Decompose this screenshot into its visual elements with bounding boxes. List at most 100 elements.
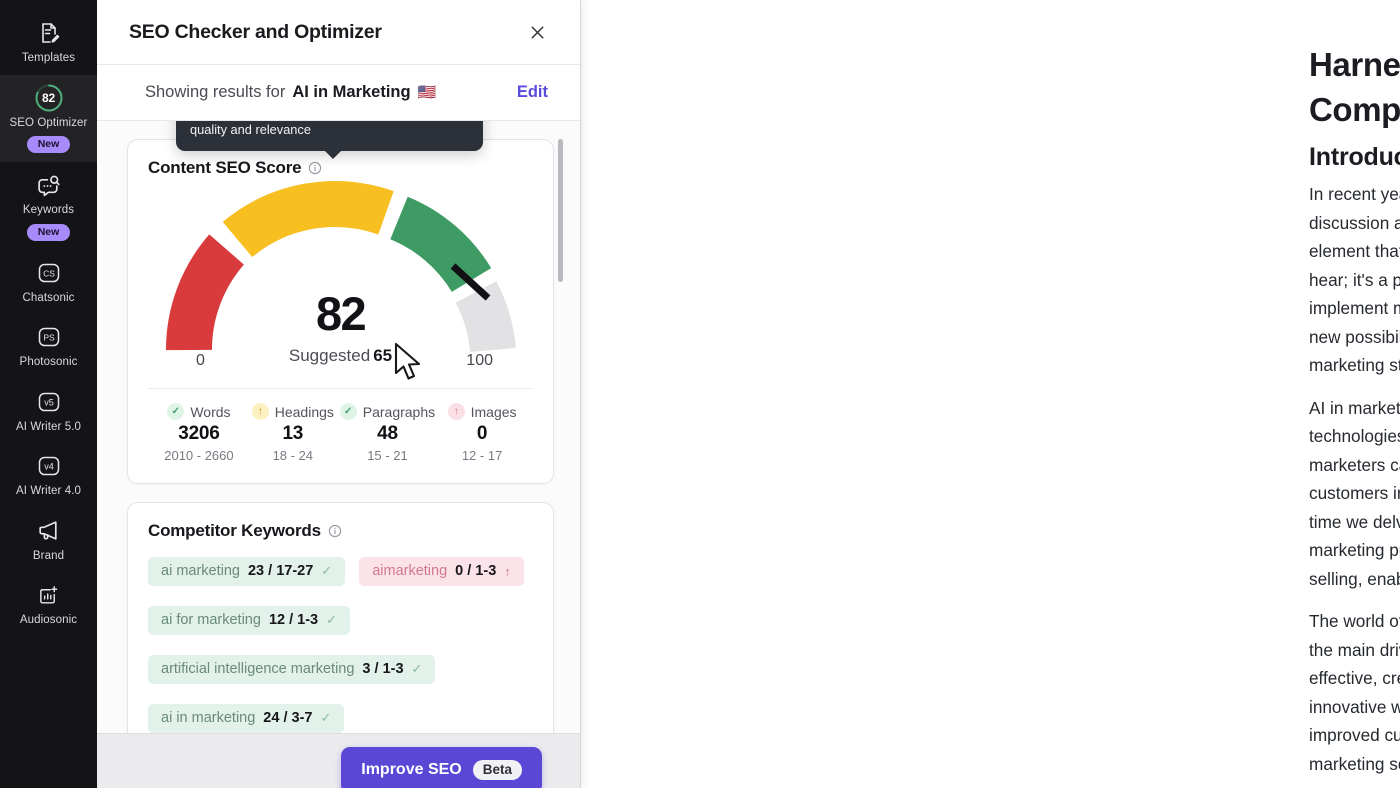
- svg-text:PS: PS: [43, 332, 55, 342]
- ps-icon: PS: [34, 322, 64, 352]
- svg-text:v5: v5: [44, 397, 54, 407]
- edit-button[interactable]: Edit: [517, 83, 548, 102]
- stat-value: 48: [377, 423, 398, 444]
- v5-icon: v5: [34, 387, 64, 417]
- keyword-stat: 3 / 1-3: [362, 661, 404, 677]
- stat-label: Headings: [274, 403, 334, 420]
- stat-words: ✓ Words 3206 2010 - 2660: [152, 403, 246, 463]
- sidebar-item-label: AI Writer 5.0: [16, 420, 81, 433]
- panel-footer: Improve SEO Beta: [97, 733, 580, 788]
- keyword-chip[interactable]: ai marketing 23 / 17-27 ✓: [148, 557, 346, 586]
- paragraph: AI in marketing is the use of customer d…: [1309, 397, 1400, 589]
- sidebar-item-ai-writer-4[interactable]: v4 AI Writer 4.0: [0, 443, 97, 508]
- keyword-term: ai for marketing: [161, 612, 261, 628]
- stat-header: ✓ Paragraphs: [339, 403, 436, 420]
- sidebar-item-chatsonic[interactable]: CS Chatsonic: [0, 250, 97, 315]
- stat-range: 12 - 17: [461, 448, 503, 463]
- svg-text:CS: CS: [43, 268, 55, 278]
- competitor-keywords-title: Competitor Keywords: [148, 521, 321, 540]
- seo-score-value: 82: [315, 287, 367, 340]
- scrollbar-thumb[interactable]: [558, 139, 563, 282]
- panel-scrollbar[interactable]: [558, 129, 572, 725]
- stat-value: 3206: [178, 423, 220, 444]
- svg-text:v4: v4: [44, 462, 54, 472]
- arrow-up-icon: ↑: [251, 403, 269, 420]
- sidebar-item-audiosonic[interactable]: Audiosonic: [0, 572, 97, 637]
- check-icon: ✓: [339, 403, 357, 420]
- stat-header: ↑ Headings: [251, 403, 334, 420]
- stat-label: Words: [190, 403, 231, 420]
- stat-label: Paragraphs: [362, 403, 436, 420]
- left-sidebar: Templates 82 SEO Optimizer New Keywords …: [0, 0, 97, 788]
- megaphone-icon: [34, 516, 64, 546]
- stat-headings: ↑ Headings 13 18 - 24: [246, 403, 340, 463]
- close-icon[interactable]: [524, 19, 550, 45]
- sidebar-badge-new: New: [26, 223, 71, 241]
- v4-icon: v4: [34, 451, 64, 481]
- sidebar-item-label: Chatsonic: [22, 291, 75, 304]
- stat-header: ↑ Images: [447, 403, 517, 420]
- keyword-stat: 12 / 1-3: [268, 612, 319, 628]
- document-title: Harnessing the Power of AI in Marketing:…: [1309, 46, 1400, 128]
- check-icon: ✓: [320, 710, 332, 725]
- results-prefix: Showing results for: [145, 83, 286, 101]
- check-icon: ✓: [326, 612, 338, 627]
- improve-seo-button[interactable]: Improve SEO Beta: [341, 747, 542, 788]
- keyword-row: ai in marketing 24 / 3-7 ✓: [148, 704, 533, 733]
- keyword-stat: 0 / 1-3: [455, 563, 497, 579]
- document-editor[interactable]: Harnessing the Power of AI in Marketing:…: [581, 0, 1400, 788]
- info-icon[interactable]: [328, 524, 342, 538]
- sidebar-item-photosonic[interactable]: PS Photosonic: [0, 314, 97, 379]
- sidebar-seo-score: 82: [42, 90, 55, 105]
- keyword-chip[interactable]: artificial intelligence marketing 3 / 1-…: [148, 655, 436, 684]
- gauge-axis-max: 100: [466, 352, 493, 369]
- keyword-stat: 24 / 3-7: [263, 710, 313, 726]
- panel-scroll-area: Content SEO Score A score of 65 and abov…: [97, 121, 580, 733]
- keyword-chip[interactable]: aimarketing 0 / 1-3 ↑: [359, 557, 524, 586]
- seo-score-gauge: 82 Suggested 65 0 100: [148, 174, 533, 382]
- stat-images: ↑ Images 0 12 - 17: [435, 403, 529, 463]
- seo-stats-row: ✓ Words 3206 2010 - 2660 ↑ Headings 13 1…: [148, 389, 533, 469]
- sidebar-item-templates[interactable]: Templates: [0, 10, 97, 75]
- content-seo-score-card: Content SEO Score A score of 65 and abov…: [127, 121, 554, 484]
- keyword-stat: 23 / 17-27: [247, 563, 314, 579]
- gauge-axis-min: 0: [196, 352, 205, 369]
- sidebar-item-seo-optimizer[interactable]: 82 SEO Optimizer New: [0, 74, 97, 162]
- competitor-keywords-title-row: Competitor Keywords: [148, 521, 533, 541]
- arrow-up-icon: ↑: [447, 403, 465, 420]
- arrow-up-icon: ↑: [504, 563, 511, 579]
- suggested-value: 65: [373, 346, 393, 365]
- stat-range: 18 - 24: [272, 448, 314, 463]
- stat-range: 2010 - 2660: [164, 448, 234, 463]
- results-bar: Showing results for AI in Marketing 🇺🇸 E…: [97, 64, 580, 121]
- results-keyword: AI in Marketing: [292, 83, 411, 101]
- keyword-chip-list: ai marketing 23 / 17-27 ✓ aimarketing 0 …: [148, 557, 533, 733]
- info-icon[interactable]: [308, 161, 322, 175]
- keyword-chip[interactable]: ai in marketing 24 / 3-7 ✓: [148, 704, 345, 733]
- results-summary: Showing results for AI in Marketing 🇺🇸: [145, 83, 436, 102]
- stat-label: Images: [470, 403, 517, 420]
- keyword-chip[interactable]: ai for marketing 12 / 1-3 ✓: [148, 606, 351, 635]
- section-heading: Introduction to AI in Marketing: [1309, 143, 1400, 171]
- stat-value: 13: [282, 423, 304, 444]
- sidebar-item-label: Brand: [32, 549, 65, 562]
- check-icon: ✓: [321, 563, 333, 578]
- check-icon: ✓: [167, 403, 185, 420]
- paragraph: The world of marketing is evolving at a …: [1309, 611, 1400, 774]
- seo-score-ring-icon: 82: [34, 83, 64, 113]
- sidebar-badge-new: New: [26, 136, 71, 153]
- keyword-row: artificial intelligence marketing 3 / 1-…: [148, 655, 533, 684]
- paragraph: In recent years, the concept of artifici…: [1309, 184, 1400, 375]
- sidebar-item-keywords[interactable]: Keywords New: [0, 162, 97, 250]
- document-content[interactable]: Harnessing the Power of AI in Marketing:…: [1309, 42, 1400, 788]
- check-icon: ✓: [411, 661, 423, 676]
- sidebar-item-label: Photosonic: [19, 356, 78, 368]
- sidebar-item-label: Keywords: [22, 204, 75, 216]
- keyword-term: aimarketing: [372, 563, 448, 579]
- seo-score-tooltip: A score of 65 and above indicates optimu…: [176, 121, 483, 159]
- stat-range: 15 - 21: [367, 448, 408, 463]
- sidebar-item-label: Audiosonic: [19, 614, 78, 626]
- stat-header: ✓ Words: [167, 403, 231, 420]
- sidebar-item-ai-writer-5[interactable]: v5 AI Writer 5.0: [0, 379, 97, 444]
- sidebar-item-brand[interactable]: Brand: [0, 508, 97, 573]
